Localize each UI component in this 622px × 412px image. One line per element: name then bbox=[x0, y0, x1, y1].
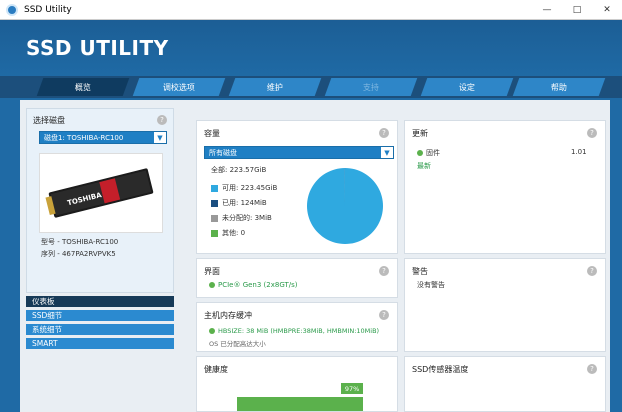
close-button[interactable]: ✕ bbox=[592, 0, 622, 20]
disk-select[interactable]: 磁盘1: TOSHIBA-RC100 ▼ bbox=[39, 131, 167, 144]
select-disk-title: 选择磁盘 bbox=[33, 116, 65, 125]
legend-free: 可用: 223.45GiB bbox=[211, 183, 277, 193]
disk-select-value: 磁盘1: TOSHIBA-RC100 bbox=[44, 133, 124, 142]
health-card: 健康度 97% bbox=[196, 356, 398, 412]
chevron-down-icon: ▼ bbox=[381, 147, 393, 158]
help-icon[interactable]: ? bbox=[379, 128, 389, 138]
app-icon bbox=[6, 3, 18, 16]
firmware-row: 固件 bbox=[417, 148, 440, 158]
window-controls: — □ ✕ bbox=[532, 0, 622, 20]
warning-value: 没有警告 bbox=[417, 281, 445, 289]
help-icon[interactable]: ? bbox=[587, 128, 597, 138]
help-icon[interactable]: ? bbox=[379, 310, 389, 320]
window-title: SSD Utility bbox=[24, 4, 72, 15]
capacity-card: 容量 ? 所有磁盘 ▼ 全部: 223.57GiB 可用: 223.45GiB … bbox=[196, 120, 398, 254]
firmware-version: 1.01 bbox=[571, 148, 587, 156]
ssd-image: TOSHIBA bbox=[39, 153, 163, 233]
ssd-drive-icon: TOSHIBA bbox=[45, 168, 154, 218]
update-card: 更新 ? 固件 1.01 最新 bbox=[404, 120, 606, 254]
interface-title: 界面 bbox=[204, 267, 220, 276]
status-ok-icon bbox=[417, 150, 423, 156]
warning-card: 警告 ? 没有警告 bbox=[404, 258, 606, 352]
tab-tuning[interactable]: 调校选项 bbox=[132, 78, 226, 96]
help-icon[interactable]: ? bbox=[379, 266, 389, 276]
help-icon[interactable]: ? bbox=[587, 266, 597, 276]
legend-other: 其他: 0 bbox=[211, 228, 245, 238]
chevron-down-icon: ▼ bbox=[154, 132, 166, 143]
legend-used-swatch bbox=[211, 199, 218, 207]
watermark: 头条 @小恩课堂 bbox=[488, 380, 604, 401]
capacity-total: 全部: 223.57GiB bbox=[211, 166, 267, 174]
interface-card: 界面 ? PCIe® Gen3 (2x8GT/s) bbox=[196, 258, 398, 298]
warning-title: 警告 bbox=[412, 267, 428, 276]
minimize-button[interactable]: — bbox=[532, 0, 562, 20]
tab-overview[interactable]: 概览 bbox=[36, 78, 130, 96]
nav-dashboard[interactable]: 仪表板 bbox=[26, 296, 174, 307]
disk-select-card: 选择磁盘 ? 磁盘1: TOSHIBA-RC100 ▼ TOSHIBA 型号 -… bbox=[26, 108, 174, 293]
app-header: SSD UTILITY bbox=[0, 20, 622, 76]
serial-text: 序列 - 467PA2RVPVK5 bbox=[41, 250, 116, 258]
partition-select-value: 所有磁盘 bbox=[209, 148, 237, 157]
main-tabs: 概览 调校选项 维护 支持 设定 帮助 bbox=[0, 76, 622, 98]
hmb-size: HBSIZE: 38 MiB (HMBPRE:38MiB, HMBMIN:10M… bbox=[209, 327, 379, 335]
tab-help[interactable]: 帮助 bbox=[512, 78, 606, 96]
maximize-button[interactable]: □ bbox=[562, 0, 592, 20]
hmb-card: 主机内存缓冲 ? HBSIZE: 38 MiB (HMBPRE:38MiB, H… bbox=[196, 302, 398, 352]
legend-used: 已用: 124MiB bbox=[211, 198, 267, 208]
hmb-note: OS 已分配高达大小 bbox=[209, 340, 266, 348]
health-bar bbox=[237, 397, 364, 411]
health-title: 健康度 bbox=[204, 365, 228, 374]
legend-unallocated: 未分配的: 3MiB bbox=[211, 213, 272, 223]
update-title: 更新 bbox=[412, 129, 428, 138]
help-icon[interactable]: ? bbox=[587, 364, 597, 374]
app-logo: SSD UTILITY bbox=[26, 36, 169, 60]
tab-maintenance[interactable]: 维护 bbox=[228, 78, 322, 96]
status-ok-icon bbox=[209, 282, 215, 288]
tab-support: 支持 bbox=[324, 78, 418, 96]
legend-unallocated-swatch bbox=[211, 214, 218, 222]
nav-ssd-details[interactable]: SSD细节 bbox=[26, 310, 174, 321]
interface-value: PCIe® Gen3 (2x8GT/s) bbox=[209, 281, 298, 289]
temperature-title: SSD传感器温度 bbox=[412, 365, 469, 374]
capacity-title: 容量 bbox=[204, 129, 220, 138]
tab-settings[interactable]: 设定 bbox=[420, 78, 514, 96]
model-text: 型号 - TOSHIBA-RC100 bbox=[41, 238, 119, 246]
health-percent-label: 97% bbox=[341, 383, 364, 394]
partition-select[interactable]: 所有磁盘 ▼ bbox=[204, 146, 394, 159]
capacity-pie-chart bbox=[306, 168, 383, 244]
help-icon[interactable]: ? bbox=[157, 115, 167, 125]
firmware-status[interactable]: 最新 bbox=[417, 161, 431, 171]
watermark-logo-icon bbox=[488, 382, 506, 401]
status-ok-icon bbox=[209, 328, 215, 334]
nav-system-details[interactable]: 系统细节 bbox=[26, 324, 174, 335]
nav-smart[interactable]: SMART bbox=[26, 338, 174, 349]
legend-other-swatch bbox=[211, 229, 218, 237]
title-bar: SSD Utility — □ ✕ bbox=[0, 0, 622, 20]
left-panel: 选择磁盘 ? 磁盘1: TOSHIBA-RC100 ▼ TOSHIBA 型号 -… bbox=[26, 108, 174, 412]
hmb-title: 主机内存缓冲 bbox=[204, 311, 252, 320]
legend-free-swatch bbox=[211, 184, 218, 192]
